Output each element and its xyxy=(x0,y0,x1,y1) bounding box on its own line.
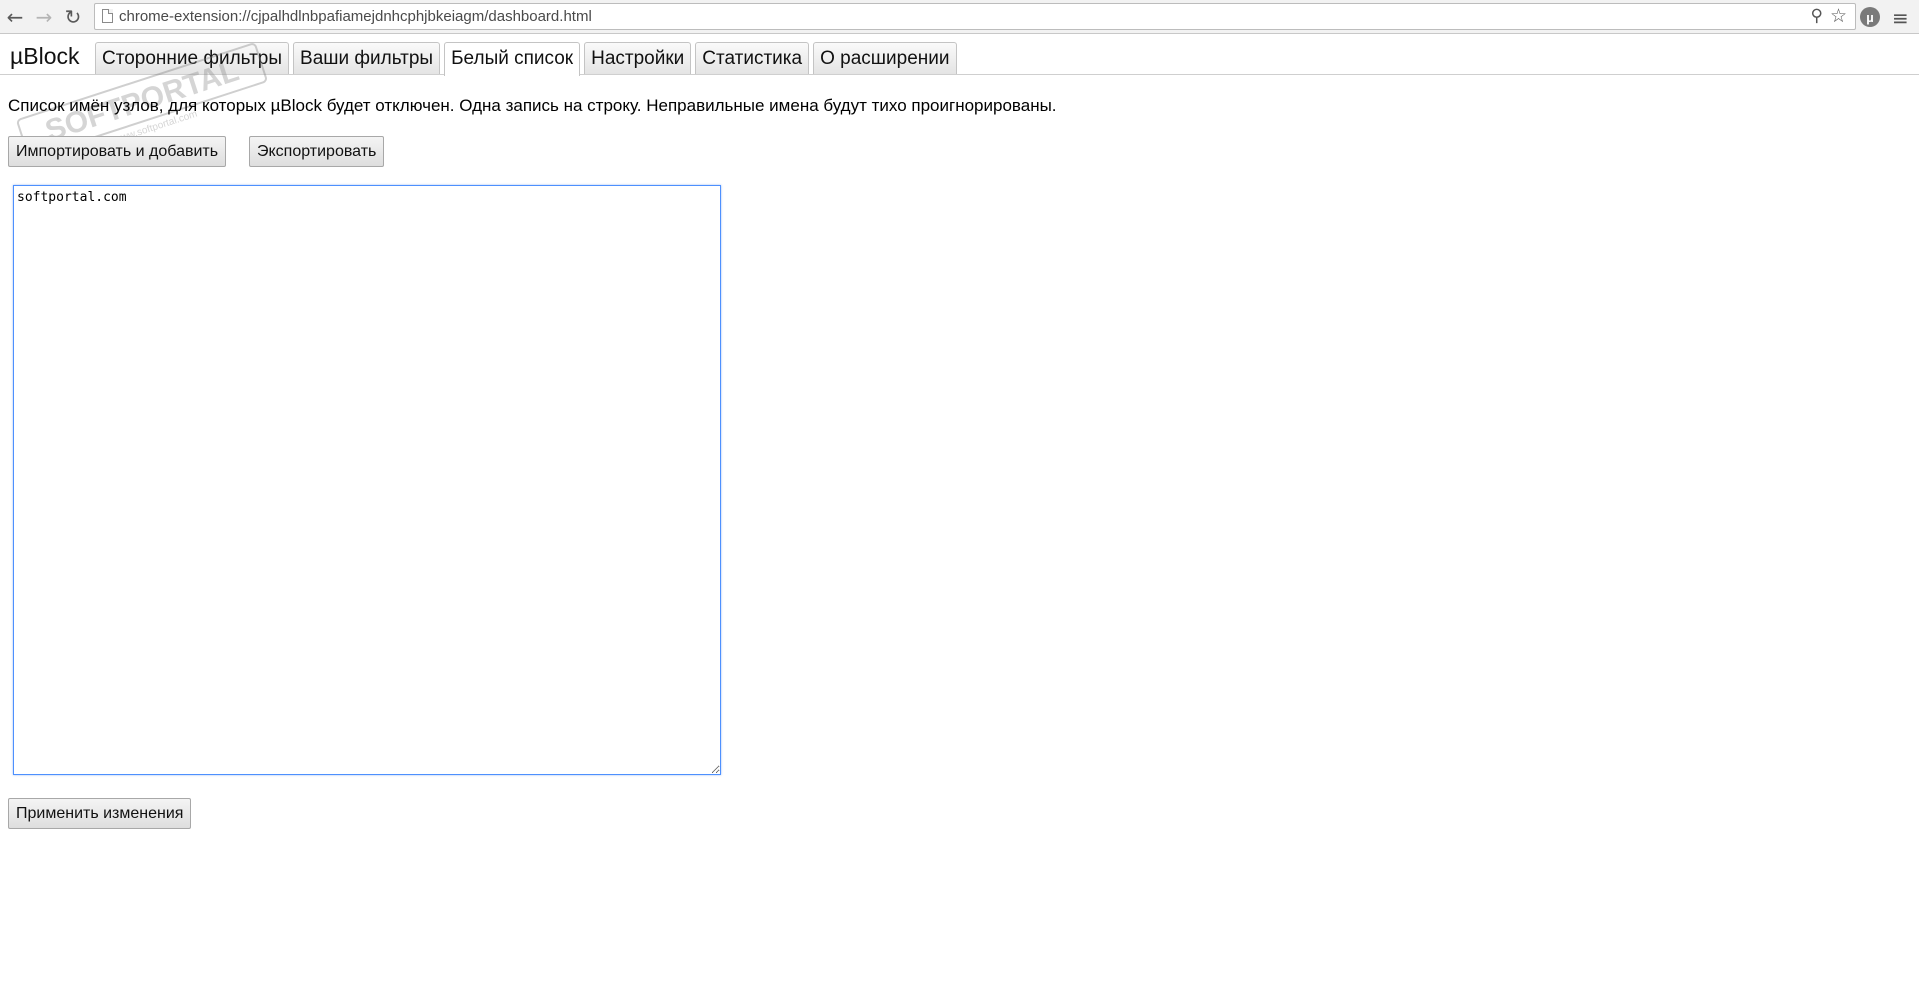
forward-arrow-icon[interactable]: → xyxy=(33,5,55,29)
tab-whitelist[interactable]: Белый список xyxy=(444,42,581,76)
dashboard-header: µBlock Сторонние фильтры Ваши фильтры Бе… xyxy=(0,40,1919,76)
export-button[interactable]: Экспортировать xyxy=(249,136,385,167)
page-icon xyxy=(102,9,113,23)
tab-settings[interactable]: Настройки xyxy=(584,42,692,74)
hamburger-menu-icon[interactable]: ≡ xyxy=(1892,6,1909,30)
tab-statistics[interactable]: Статистика xyxy=(695,42,810,74)
app-logo: µBlock xyxy=(10,43,80,69)
back-arrow-icon[interactable]: ← xyxy=(4,5,26,29)
zoom-icon[interactable]: ⚲ xyxy=(1811,6,1823,26)
star-icon[interactable]: ☆ xyxy=(1830,5,1847,27)
whitelist-editor[interactable]: softportal.com xyxy=(13,185,721,775)
url-text[interactable]: chrome-extension://cjpalhdlnbpafiamejdnh… xyxy=(119,8,592,25)
whitelist-description: Список имён узлов, для которых µBlock бу… xyxy=(8,96,1057,115)
apply-changes-button[interactable]: Применить изменения xyxy=(8,798,192,829)
ublock-extension-icon[interactable]: µ xyxy=(1860,7,1880,27)
tab-bar: Сторонние фильтры Ваши фильтры Белый спи… xyxy=(95,42,961,76)
tab-my-filters[interactable]: Ваши фильтры xyxy=(293,42,441,74)
tab-about[interactable]: О расширении xyxy=(813,42,957,74)
import-append-button[interactable]: Импортировать и добавить xyxy=(8,136,227,167)
browser-toolbar: ← → ↻ chrome-extension://cjpalhdlnbpafia… xyxy=(0,0,1919,34)
reload-icon[interactable]: ↻ xyxy=(62,5,84,29)
tab-third-party-filters[interactable]: Сторонние фильтры xyxy=(95,42,290,74)
address-bar[interactable]: chrome-extension://cjpalhdlnbpafiamejdnh… xyxy=(94,3,1856,30)
